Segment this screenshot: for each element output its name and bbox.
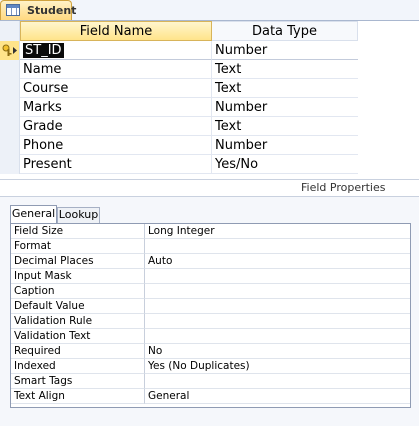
- properties-table: Field Size Long Integer Format Decimal P…: [10, 223, 411, 408]
- property-value[interactable]: Yes (No Duplicates): [145, 359, 410, 374]
- property-label: Format: [11, 239, 145, 254]
- property-value[interactable]: [145, 299, 410, 314]
- grid-row[interactable]: Marks Number: [0, 98, 358, 117]
- table-design-grid: Field Name Data Type ST_ID Number Name T…: [0, 21, 419, 180]
- property-value[interactable]: [145, 239, 410, 254]
- row-selector[interactable]: [0, 117, 20, 136]
- property-row[interactable]: Validation Rule: [11, 314, 410, 329]
- column-header-data-type[interactable]: Data Type: [212, 21, 358, 41]
- row-selector[interactable]: [0, 136, 20, 155]
- property-label: Caption: [11, 284, 145, 299]
- data-type-cell[interactable]: Text: [212, 117, 358, 136]
- property-row[interactable]: Caption: [11, 284, 410, 299]
- grid-row[interactable]: Present Yes/No: [0, 155, 358, 174]
- document-tab-student[interactable]: Student: [0, 0, 76, 20]
- field-name-cell[interactable]: ST_ID: [20, 41, 212, 60]
- data-type-cell[interactable]: Text: [212, 79, 358, 98]
- grid-row[interactable]: Course Text: [0, 79, 358, 98]
- property-row[interactable]: Input Mask: [11, 269, 410, 284]
- property-label: Decimal Places: [11, 254, 145, 269]
- row-selector[interactable]: [0, 41, 20, 60]
- property-row[interactable]: Required No: [11, 344, 410, 359]
- property-value[interactable]: Long Integer: [145, 224, 410, 239]
- data-type-cell[interactable]: Number: [212, 136, 358, 155]
- property-label: Indexed: [11, 359, 145, 374]
- data-type-cell[interactable]: Yes/No: [212, 155, 358, 174]
- field-name-text: ST_ID: [23, 43, 64, 58]
- property-row[interactable]: Text Align General: [11, 389, 410, 404]
- row-selector[interactable]: [0, 60, 20, 79]
- table-icon: [6, 4, 20, 16]
- property-label: Text Align: [11, 389, 145, 404]
- property-row[interactable]: Default Value: [11, 299, 410, 314]
- select-all-corner[interactable]: [0, 21, 20, 41]
- property-label: Default Value: [11, 299, 145, 314]
- property-label: Validation Rule: [11, 314, 145, 329]
- field-properties-title: Field Properties: [301, 181, 386, 194]
- property-value[interactable]: No: [145, 344, 410, 359]
- property-value[interactable]: [145, 284, 410, 299]
- property-label: Required: [11, 344, 145, 359]
- field-name-cell[interactable]: Course: [20, 79, 212, 98]
- row-selector[interactable]: [0, 98, 20, 117]
- grid-header-row: Field Name Data Type: [0, 21, 358, 41]
- grid-row[interactable]: ST_ID Number: [0, 41, 358, 60]
- grid-row[interactable]: Phone Number: [0, 136, 358, 155]
- property-label: Input Mask: [11, 269, 145, 284]
- document-tab-title: Student: [27, 4, 77, 17]
- property-value[interactable]: [145, 329, 410, 344]
- field-name-cell[interactable]: Phone: [20, 136, 212, 155]
- property-value[interactable]: [145, 269, 410, 284]
- grid-empty-area: [358, 21, 419, 179]
- property-row[interactable]: Indexed Yes (No Duplicates): [11, 359, 410, 374]
- row-selector[interactable]: [0, 79, 20, 98]
- data-type-cell[interactable]: Text: [212, 60, 358, 79]
- tab-general[interactable]: General: [10, 205, 57, 223]
- property-label: Smart Tags: [11, 374, 145, 389]
- tab-lookup[interactable]: Lookup: [57, 207, 100, 223]
- column-header-field-name[interactable]: Field Name: [20, 21, 212, 41]
- data-type-cell[interactable]: Number: [212, 98, 358, 117]
- grid-row[interactable]: Grade Text: [0, 117, 358, 136]
- field-name-cell[interactable]: Grade: [20, 117, 212, 136]
- property-row[interactable]: Validation Text: [11, 329, 410, 344]
- property-value[interactable]: General: [145, 389, 410, 404]
- property-row[interactable]: Field Size Long Integer: [11, 224, 410, 239]
- field-properties-panel: General Lookup Field Size Long Integer F…: [0, 196, 419, 426]
- data-type-cell[interactable]: Number: [212, 41, 358, 60]
- property-row[interactable]: Decimal Places Auto: [11, 254, 410, 269]
- property-row[interactable]: Smart Tags: [11, 374, 410, 389]
- field-name-cell[interactable]: Name: [20, 60, 212, 79]
- field-name-cell[interactable]: Marks: [20, 98, 212, 117]
- property-row[interactable]: Format: [11, 239, 410, 254]
- grid-row[interactable]: Name Text: [0, 60, 358, 79]
- property-label: Field Size: [11, 224, 145, 239]
- property-label: Validation Text: [11, 329, 145, 344]
- property-value[interactable]: [145, 374, 410, 389]
- primary-key-icon: [2, 44, 17, 56]
- property-value[interactable]: [145, 314, 410, 329]
- row-selector[interactable]: [0, 155, 20, 174]
- field-name-cell[interactable]: Present: [20, 155, 212, 174]
- property-value[interactable]: Auto: [145, 254, 410, 269]
